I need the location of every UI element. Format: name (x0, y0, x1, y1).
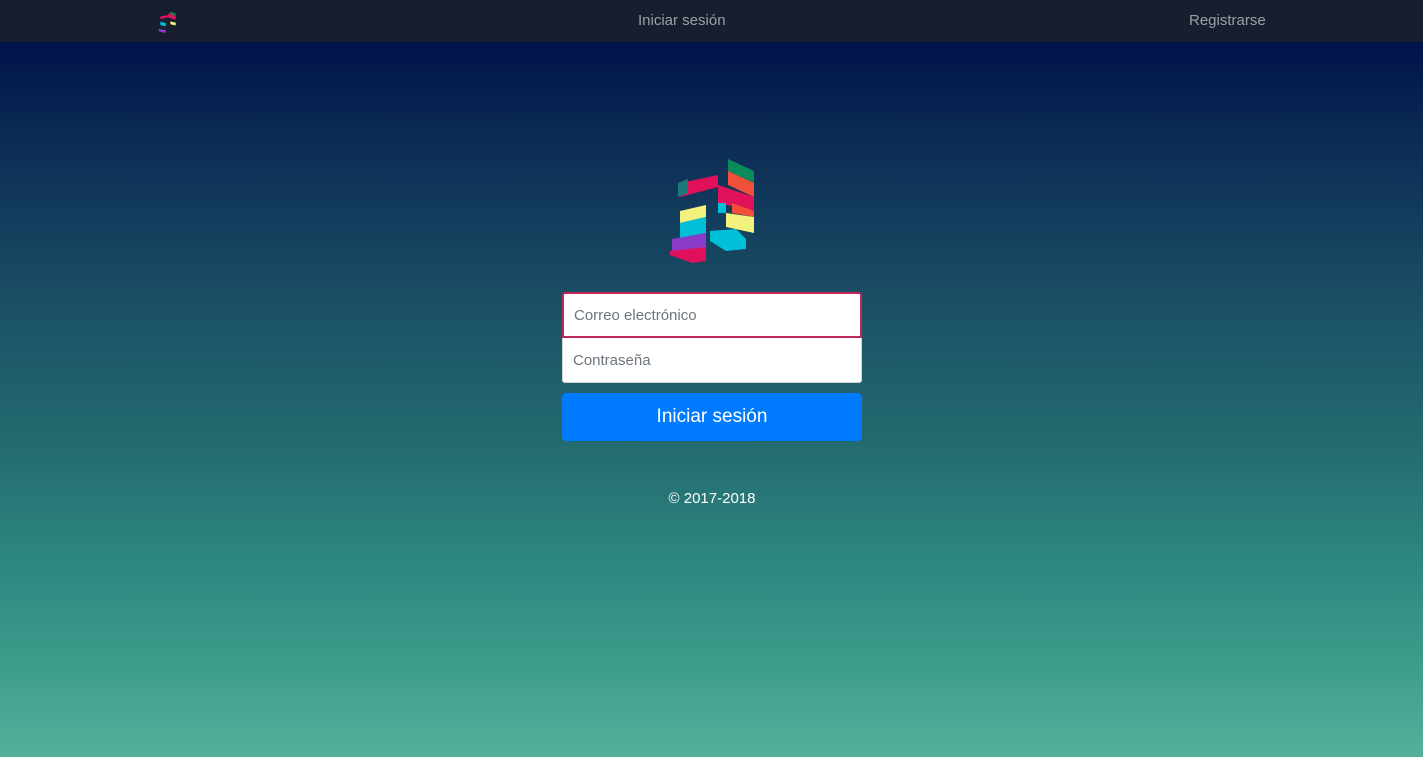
nav-register-link[interactable]: Registrarse (1189, 0, 1266, 42)
email-field[interactable] (562, 292, 862, 338)
nav-login-link[interactable]: Iniciar sesión (638, 0, 726, 42)
copyright-text: © 2017-2018 (668, 490, 756, 507)
password-field[interactable] (562, 338, 862, 383)
top-navbar: Iniciar sesión Registrarse (0, 0, 1423, 42)
music-note-logo-icon (670, 159, 754, 263)
login-button[interactable]: Iniciar sesión (562, 393, 862, 441)
login-form: Iniciar sesión (562, 292, 862, 441)
music-note-logo-icon[interactable] (157, 11, 177, 33)
